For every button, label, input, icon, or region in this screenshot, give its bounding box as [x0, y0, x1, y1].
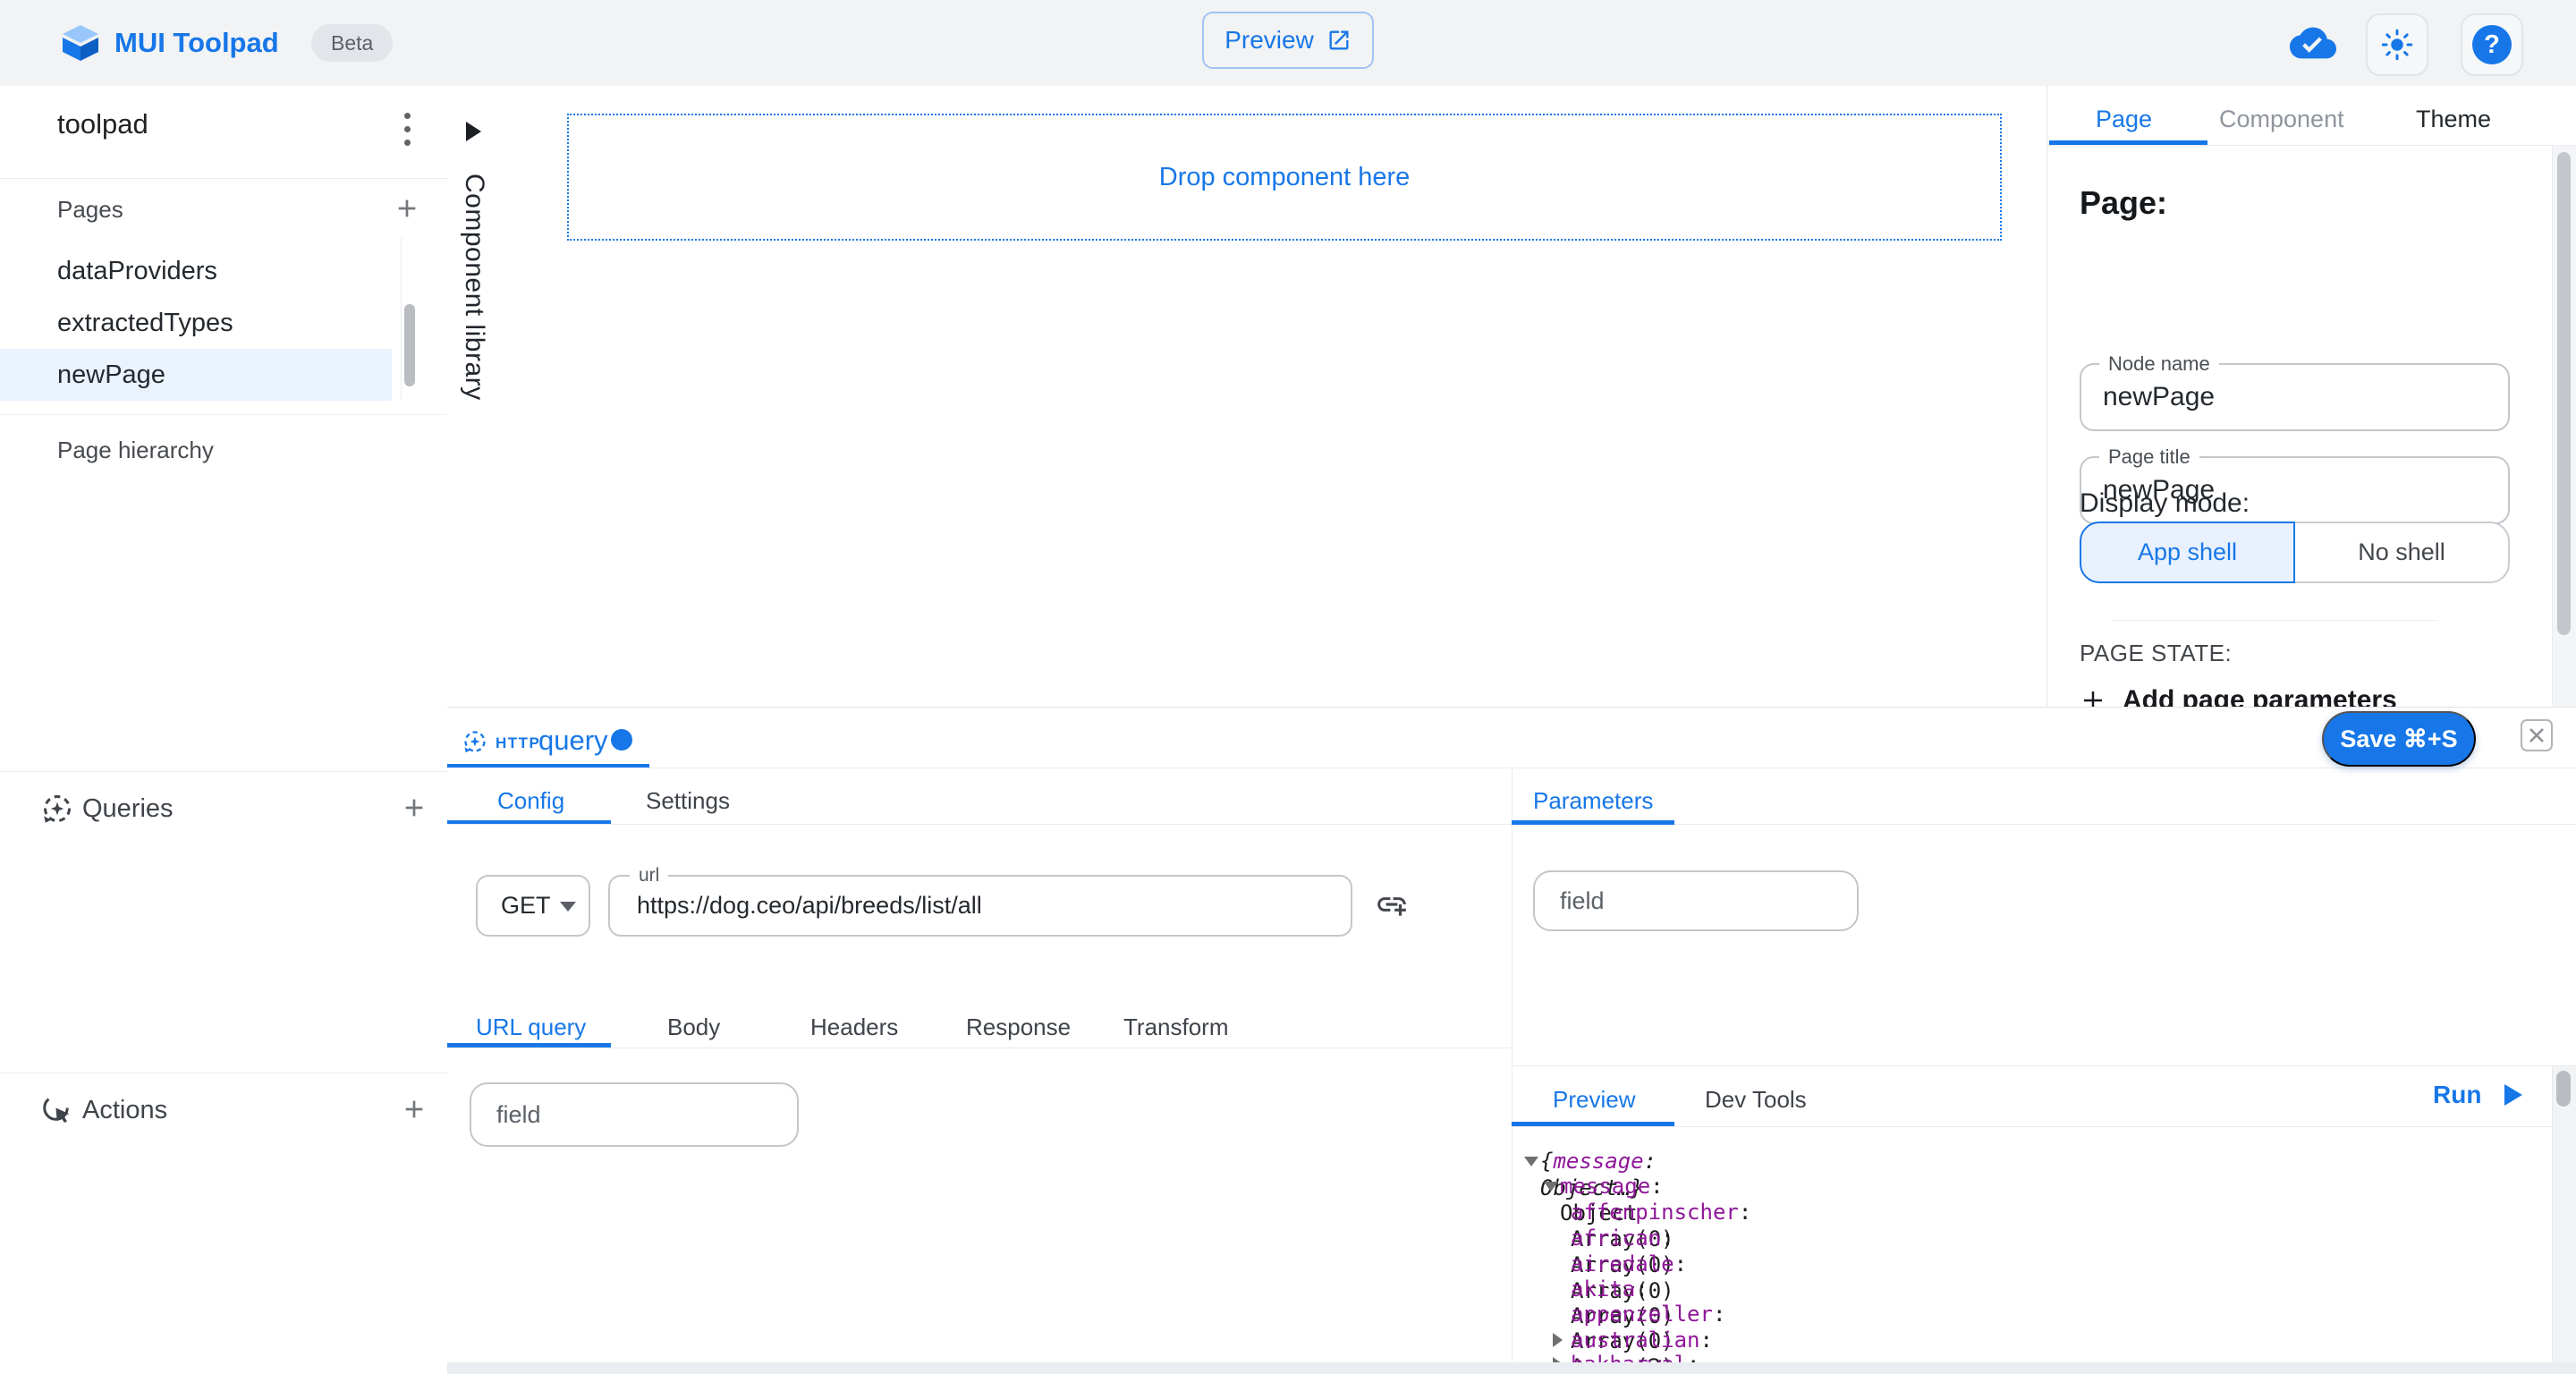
- queries-icon: [41, 793, 73, 825]
- url-input[interactable]: url https://dog.ceo/api/breeds/list/all: [608, 875, 1352, 937]
- display-mode-no-shell[interactable]: No shell: [2295, 522, 2510, 583]
- tab-response[interactable]: Response: [966, 1014, 1071, 1041]
- open-in-new-icon: [1326, 28, 1352, 53]
- node-name-field[interactable]: Node name newPage: [2080, 363, 2510, 431]
- pages-scrollbar-track: [401, 238, 402, 401]
- display-mode-app-shell[interactable]: App shell: [2080, 522, 2295, 583]
- chevron-down-icon: [560, 902, 576, 912]
- inspector-scrollbar-thumb[interactable]: [2557, 152, 2571, 635]
- actions-section-label: Actions: [82, 1096, 167, 1125]
- preview-button[interactable]: Preview: [1202, 12, 1374, 69]
- page-hierarchy-label: Page hierarchy: [57, 437, 214, 464]
- query-protocol-label: HTTP: [496, 734, 540, 752]
- node-name-value: newPage: [2103, 365, 2479, 429]
- tab-component[interactable]: Component: [2219, 106, 2344, 133]
- tab-dev-tools[interactable]: Dev Tools: [1705, 1086, 1807, 1114]
- divider: [447, 1047, 1512, 1048]
- plus-icon: [400, 1095, 428, 1124]
- result-scrollbar-thumb[interactable]: [2556, 1071, 2571, 1107]
- pages-section-label: Pages: [57, 196, 123, 224]
- add-page-parameters-label: Add page parameters: [2123, 685, 2397, 707]
- tab-theme[interactable]: Theme: [2416, 106, 2491, 133]
- http-method-select[interactable]: GET: [476, 875, 590, 937]
- help-button[interactable]: [2461, 13, 2523, 76]
- play-icon: [2504, 1084, 2522, 1106]
- component-dropzone[interactable]: Drop component here: [567, 114, 2002, 241]
- parameters-field-input[interactable]: field: [1533, 870, 1859, 931]
- json-preview-tree: {message: Object…} message: Object affen…: [1513, 1127, 2552, 1362]
- plus-icon: [400, 793, 428, 822]
- project-name: toolpad: [57, 108, 148, 140]
- add-link-icon: [1375, 887, 1409, 921]
- url-input-value: https://dog.ceo/api/breeds/list/all: [637, 877, 982, 935]
- close-icon: [2529, 727, 2545, 743]
- url-query-field-value: field: [496, 1084, 541, 1145]
- bottom-scrollbar-track: [447, 1362, 2576, 1374]
- kebab-icon: [404, 113, 411, 119]
- app-root: MUI Toolpad Beta Preview toolpad Pa: [0, 0, 2576, 1374]
- sidebar-item-dataproviders[interactable]: dataProviders: [0, 245, 392, 297]
- add-page-parameters-button[interactable]: Add page parameters: [2080, 685, 2397, 707]
- divider: [1512, 1065, 2576, 1066]
- expand-component-library-button[interactable]: [466, 122, 481, 141]
- plus-icon: [2080, 687, 2106, 707]
- unsaved-changes-dot: [611, 729, 632, 751]
- toolpad-logo-icon: [59, 21, 102, 64]
- page-state-label: PAGE STATE:: [2080, 640, 2232, 667]
- query-name-label: query: [538, 725, 608, 757]
- project-menu-button[interactable]: [386, 104, 428, 154]
- divider: [0, 178, 447, 179]
- cloud-done-icon[interactable]: [2290, 23, 2336, 63]
- inspector-panel: Page Component Theme Page: Node name new…: [2046, 86, 2576, 707]
- tab-preview[interactable]: Preview: [1553, 1086, 1635, 1114]
- add-query-button[interactable]: [394, 788, 434, 827]
- add-action-button[interactable]: [394, 1090, 434, 1129]
- sidebar-item-extractedtypes[interactable]: extractedTypes: [0, 297, 392, 349]
- divider: [0, 414, 447, 415]
- tab-settings[interactable]: Settings: [646, 787, 730, 815]
- close-query-editor-button[interactable]: [2521, 719, 2553, 751]
- sidebar-item-newpage[interactable]: newPage: [0, 349, 392, 401]
- actions-icon: [41, 1093, 73, 1125]
- http-method-value: GET: [501, 877, 551, 935]
- app-title: MUI Toolpad: [114, 0, 279, 86]
- pages-scrollbar-thumb[interactable]: [404, 304, 415, 386]
- plus-icon: [393, 194, 421, 223]
- run-label: Run: [2433, 1081, 2481, 1109]
- tab-transform[interactable]: Transform: [1123, 1014, 1229, 1041]
- result-scrollbar-track: [2552, 1066, 2576, 1362]
- query-icon: [462, 729, 487, 754]
- add-page-button[interactable]: [387, 189, 427, 228]
- tab-page[interactable]: Page: [2096, 106, 2152, 133]
- queries-section-label: Queries: [82, 794, 174, 824]
- tab-body[interactable]: Body: [667, 1014, 720, 1041]
- tab-url-query[interactable]: URL query: [476, 1014, 586, 1041]
- component-library-label: Component library: [459, 174, 489, 401]
- save-button[interactable]: Save ⌘+S: [2322, 711, 2476, 767]
- page-heading: Page:: [2080, 184, 2167, 222]
- divider: [2047, 145, 2576, 146]
- parameters-field-value: field: [1560, 872, 1605, 929]
- beta-badge: Beta: [311, 24, 393, 62]
- run-query-button[interactable]: Run: [2433, 1081, 2522, 1109]
- brightness-icon: [2381, 29, 2413, 61]
- tab-config[interactable]: Config: [497, 787, 564, 815]
- tree-collapse-icon[interactable]: [1544, 1182, 1558, 1192]
- url-query-field-input[interactable]: field: [470, 1082, 799, 1147]
- divider: [0, 771, 447, 772]
- help-icon: [2472, 25, 2512, 64]
- preview-button-label: Preview: [1224, 26, 1314, 55]
- divider: [2112, 620, 2438, 621]
- add-link-button[interactable]: [1372, 885, 1411, 924]
- display-mode-label: Display mode:: [2080, 488, 2250, 519]
- theme-toggle-button[interactable]: [2366, 13, 2428, 76]
- tab-parameters[interactable]: Parameters: [1533, 787, 1653, 815]
- tree-collapse-icon[interactable]: [1524, 1157, 1538, 1166]
- tab-headers[interactable]: Headers: [810, 1014, 898, 1041]
- tree-expand-icon[interactable]: [1553, 1333, 1563, 1347]
- active-tab-indicator: [1512, 820, 1674, 825]
